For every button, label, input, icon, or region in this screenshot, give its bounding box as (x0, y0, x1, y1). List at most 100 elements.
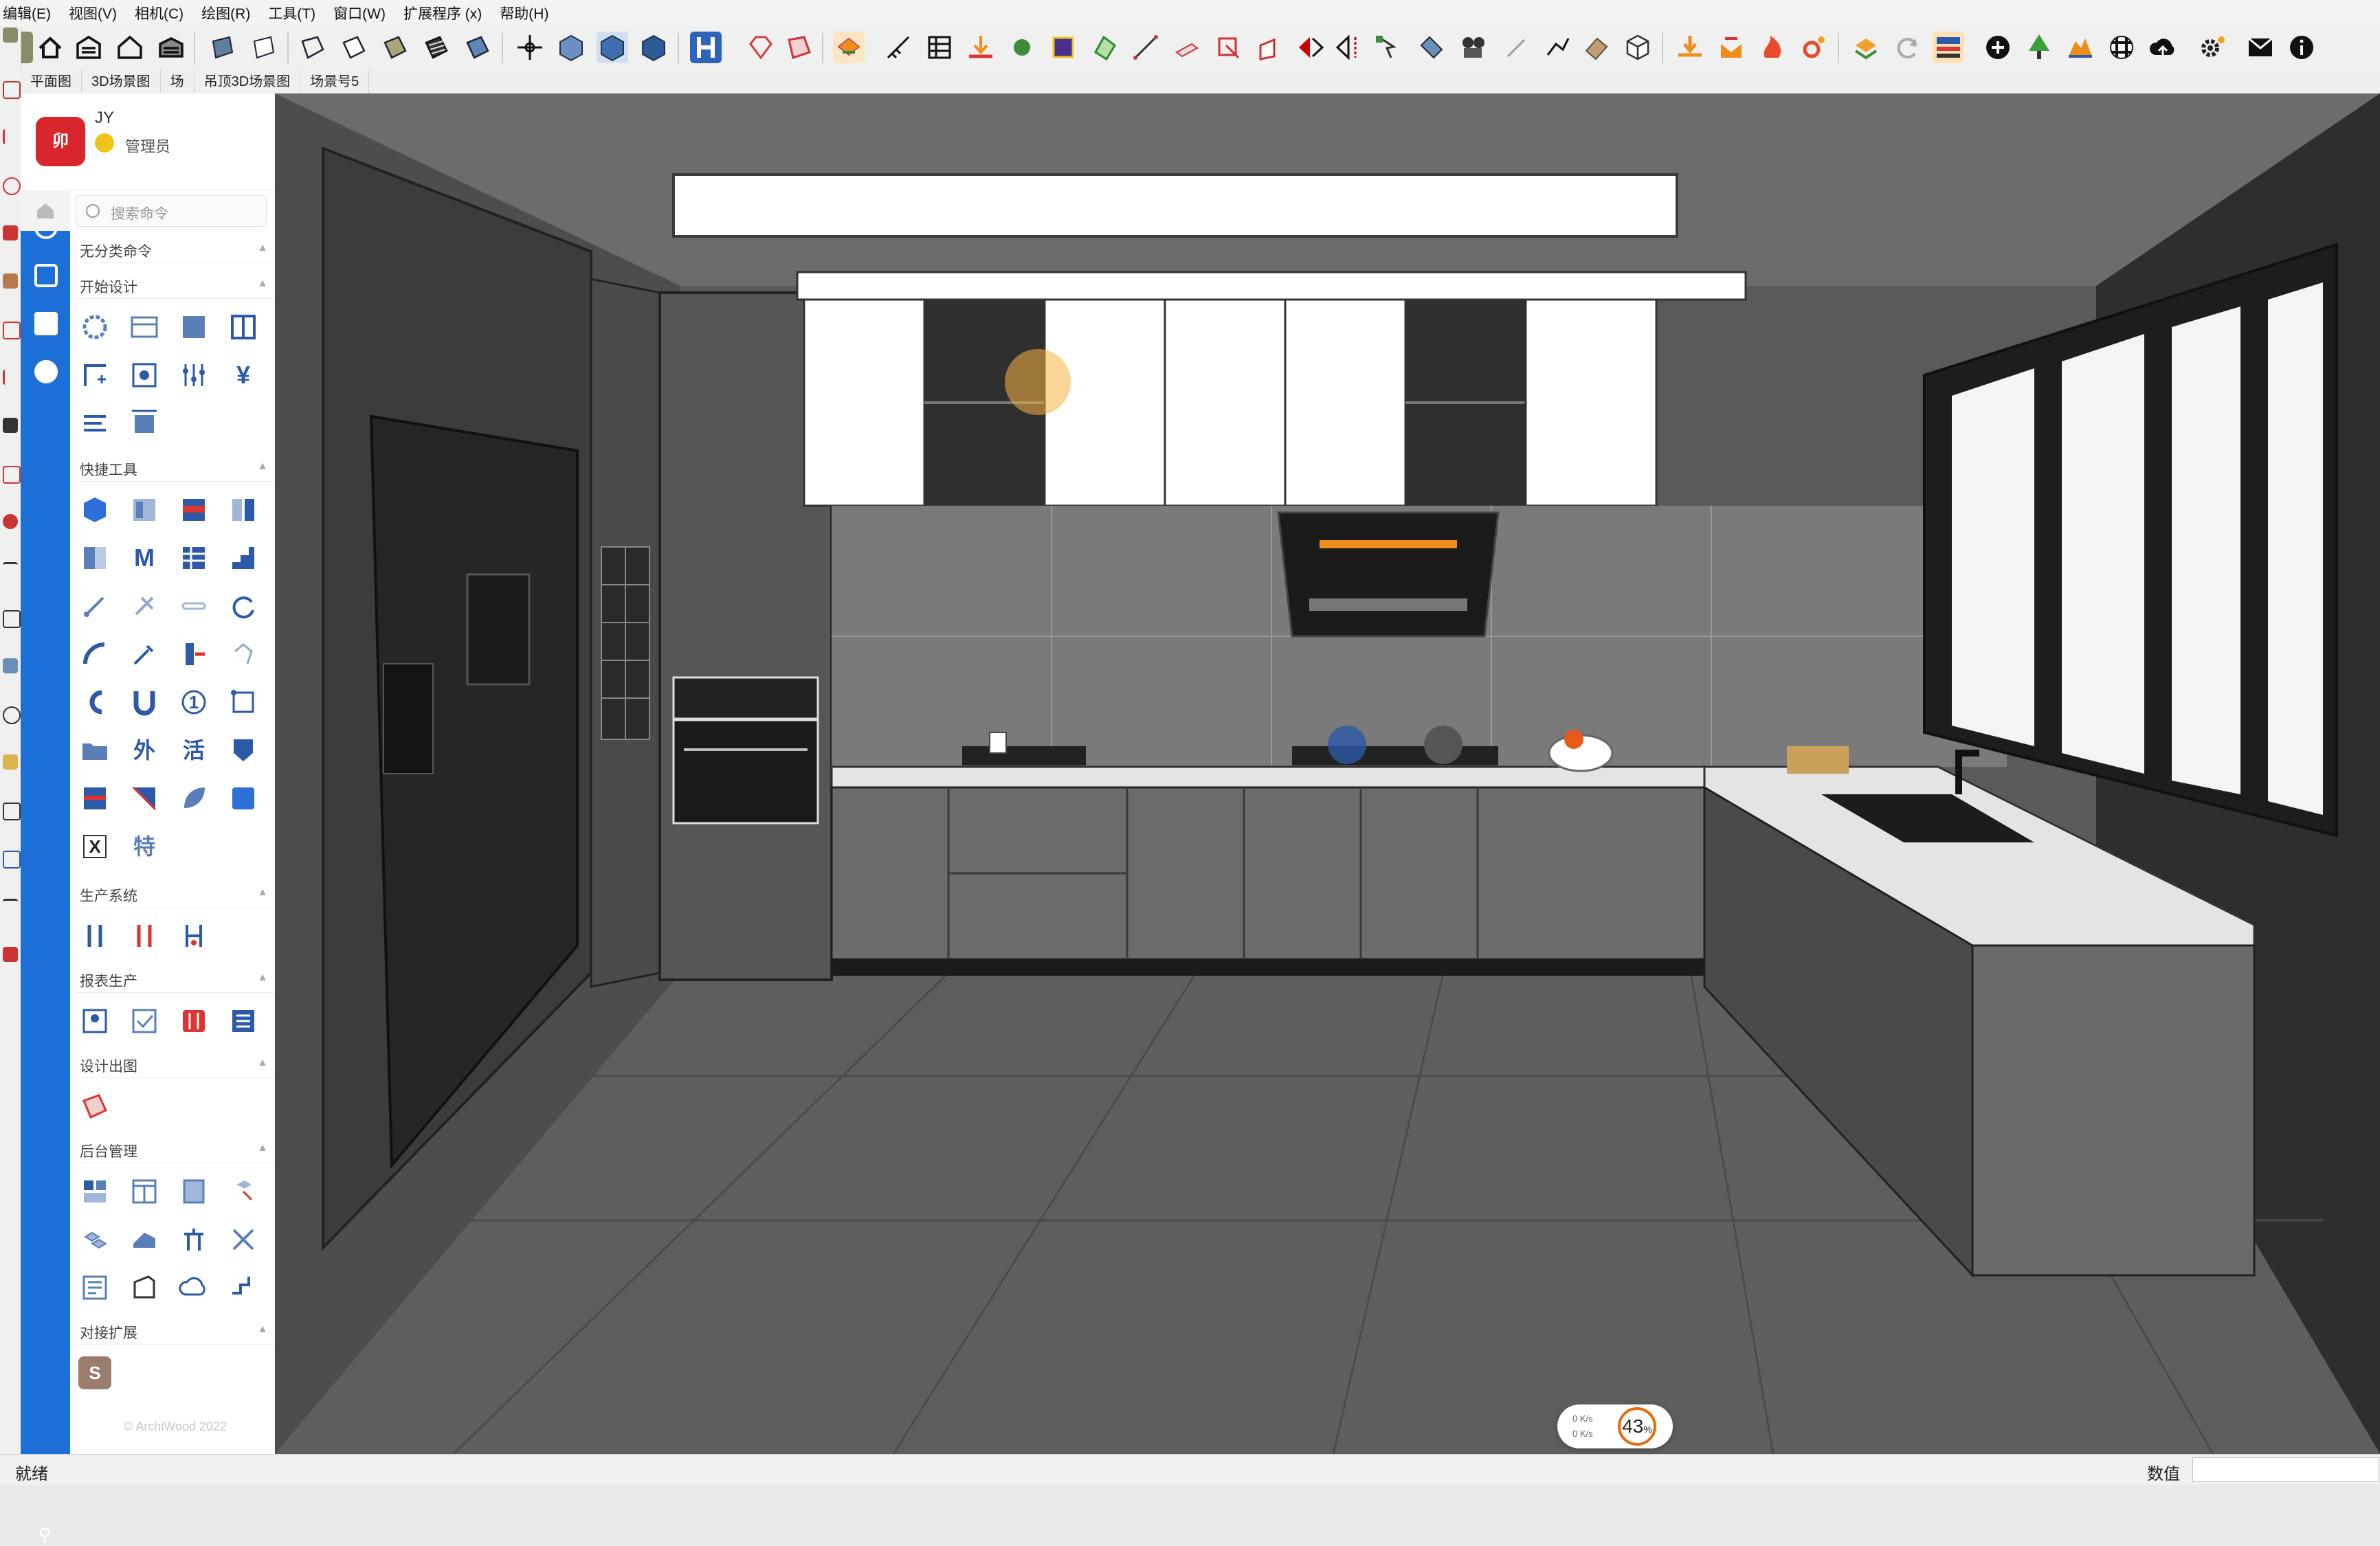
menu-window[interactable]: 窗口(W) (333, 3, 386, 23)
tab-scene-5[interactable]: 场景号5 (300, 70, 370, 93)
pencil-sketch-icon[interactable] (1501, 32, 1533, 63)
measure-tool-icon[interactable] (882, 32, 914, 63)
hinge-icon[interactable] (128, 590, 161, 623)
material-tag-icon[interactable] (1416, 32, 1447, 63)
eraser-icon[interactable] (1581, 32, 1612, 63)
download-tray-icon[interactable] (965, 32, 997, 63)
zoom-tool-icon[interactable] (3, 803, 21, 820)
garage-icon[interactable] (155, 32, 187, 63)
paint-tool-icon[interactable] (3, 658, 18, 673)
face-style-textured-icon[interactable] (421, 32, 452, 63)
excel-icon[interactable]: X (78, 830, 111, 863)
orbit-icon[interactable] (514, 32, 546, 63)
panel-toggle-icon[interactable] (1933, 32, 1964, 63)
sliders-icon[interactable] (177, 359, 210, 392)
orbit-tool-icon[interactable] (3, 706, 21, 724)
face-style-hidden-icon[interactable] (338, 32, 370, 63)
c-shape-icon[interactable] (78, 686, 111, 719)
tools-cross-icon[interactable] (227, 1223, 260, 1256)
refresh-icon[interactable] (1891, 32, 1923, 63)
walk-tool-icon[interactable] (3, 851, 21, 869)
settings-icon[interactable] (78, 311, 111, 344)
menu-tools[interactable]: 工具(T) (268, 3, 315, 23)
menu-help[interactable]: 帮助(H) (500, 3, 548, 23)
cloud-upload-icon[interactable] (2147, 32, 2179, 63)
info-icon[interactable] (2286, 32, 2317, 63)
measurements-input[interactable] (2192, 1457, 2379, 1482)
look-tool-icon[interactable] (3, 899, 18, 916)
push-pull-icon[interactable] (1254, 32, 1285, 63)
home-button[interactable] (21, 190, 70, 231)
s-plugin-icon[interactable]: S (78, 1356, 111, 1389)
insert-red-icon[interactable] (177, 638, 210, 671)
line-tool-icon[interactable] (1130, 32, 1161, 63)
checker-sphere-icon[interactable] (2106, 32, 2137, 63)
follow-tool-icon[interactable] (3, 418, 18, 433)
purple-square-icon[interactable] (1047, 32, 1079, 63)
half-panel-icon[interactable] (78, 541, 111, 574)
u-shape-icon[interactable] (128, 686, 161, 719)
text-tool-icon[interactable] (3, 610, 21, 628)
list-panel-icon[interactable] (177, 541, 210, 574)
house-outline-icon[interactable] (114, 32, 146, 63)
panel-icon[interactable] (177, 311, 210, 344)
menu-draw[interactable]: 绘图(R) (201, 3, 250, 23)
folder-icon[interactable] (78, 734, 111, 767)
section-design-output[interactable]: 设计出图 ▲ (76, 1050, 275, 1078)
red-band-icon[interactable] (177, 493, 210, 526)
home-icon[interactable] (34, 32, 66, 63)
arc-tool-icon[interactable] (3, 177, 21, 195)
section-uncategorized[interactable]: 无分类命令 ▲ (76, 235, 275, 263)
tree-icon[interactable] (2023, 32, 2055, 63)
brand-h-icon[interactable] (690, 32, 722, 63)
h-merge-icon[interactable] (177, 919, 210, 952)
red-stripe-icon[interactable] (78, 782, 111, 815)
shade-outline-icon[interactable] (247, 32, 279, 63)
door-icon[interactable] (177, 1175, 210, 1208)
settings-gear-icon[interactable] (2197, 32, 2228, 63)
select-arrow-icon[interactable] (1372, 32, 1403, 63)
sort-blue-icon[interactable] (78, 919, 111, 952)
network-speed-widget[interactable]: 0 K/s 0 K/s 43% (1557, 1404, 1673, 1448)
mirror-tool-icon[interactable] (1333, 32, 1365, 63)
calendar-icon[interactable] (34, 312, 58, 335)
section-production[interactable]: 生产系统 ▲ (76, 880, 275, 908)
cube-blue-icon[interactable] (78, 493, 111, 526)
scale-tool-icon[interactable] (3, 514, 18, 529)
menu-extensions[interactable]: 扩展程序 (x) (403, 3, 482, 23)
cubes-icon[interactable] (78, 1223, 111, 1256)
tab-scene[interactable]: 场 (161, 70, 194, 93)
component-orange-icon[interactable] (833, 32, 865, 63)
solid-square-icon[interactable] (227, 782, 260, 815)
paint-palette-icon[interactable] (1089, 32, 1120, 63)
eyedropper-icon[interactable] (128, 638, 161, 671)
section-report[interactable]: 报表生产 ▲ (76, 965, 275, 993)
circular-arrow-icon[interactable] (227, 590, 260, 623)
hanger-icon[interactable] (177, 1223, 210, 1256)
cabinet-icon[interactable] (128, 493, 161, 526)
select-tool-icon[interactable] (3, 81, 21, 99)
report-check-icon[interactable] (128, 1005, 161, 1038)
pencil-tool-icon[interactable] (3, 129, 20, 144)
window-frame-icon[interactable] (128, 1175, 161, 1208)
te-glyph-icon[interactable]: 特 (128, 830, 161, 863)
material-swatch-icon[interactable] (128, 1223, 161, 1256)
align-lines-icon[interactable] (78, 407, 111, 440)
rotate-handle-icon[interactable] (78, 590, 111, 623)
number-one-icon[interactable]: 1 (177, 686, 210, 719)
wai-glyph-icon[interactable]: 外 (128, 734, 161, 767)
layout-grid-icon[interactable] (78, 1175, 111, 1208)
offset-tool-icon[interactable] (3, 466, 21, 484)
tab-plan[interactable]: 平面图 (21, 70, 82, 93)
flip-arrows-icon[interactable] (1295, 32, 1326, 63)
film-camera-icon[interactable] (1457, 32, 1489, 63)
pan-tool-icon[interactable] (3, 754, 18, 770)
sandbox-icon[interactable] (1542, 32, 1574, 63)
warehouse-icon[interactable] (73, 32, 104, 63)
face-style-wire-icon[interactable] (297, 32, 329, 63)
follow-me-icon[interactable] (1171, 32, 1203, 63)
section-integration[interactable]: 对接扩展 ▲ (76, 1317, 275, 1345)
m-letter-icon[interactable]: M (128, 541, 161, 574)
rect-tool-icon[interactable] (3, 225, 18, 240)
diagonal-cut-icon[interactable] (128, 782, 161, 815)
